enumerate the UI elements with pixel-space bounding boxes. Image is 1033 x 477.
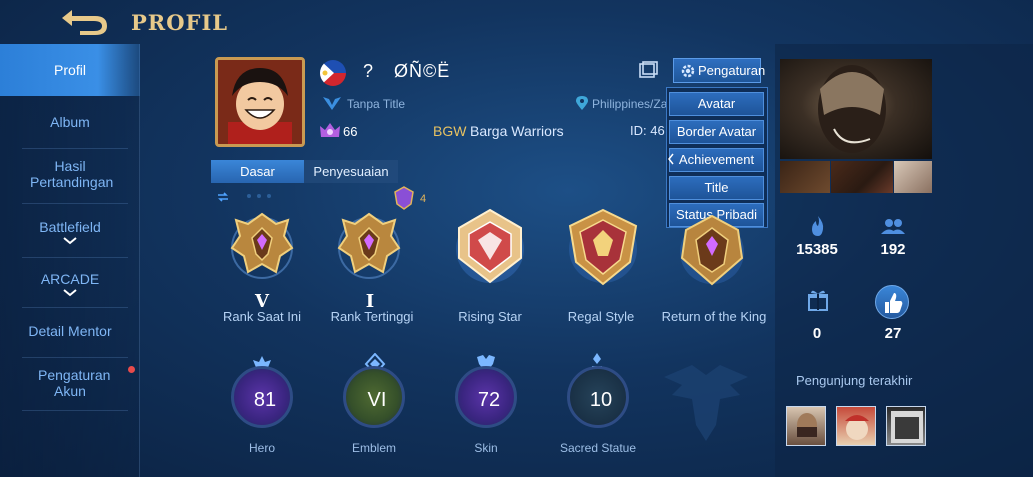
sidebar-item-detail-mentor[interactable]: Detail Mentor	[0, 323, 140, 339]
player-name: ? ØÑ©Ë	[363, 61, 450, 82]
name-text: ØÑ©Ë	[394, 61, 451, 81]
video-thumbnail[interactable]	[894, 161, 932, 193]
video-thumbnail[interactable]	[780, 161, 830, 193]
hero-count-circle[interactable]: 81	[231, 366, 293, 428]
skin-label: Skin	[474, 441, 498, 455]
followers-icon	[881, 219, 905, 234]
sidebar-divider	[22, 203, 128, 204]
sidebar-item-pengaturan-akun[interactable]: Pengaturan Akun	[0, 367, 140, 399]
sidebar-item-label: Battlefield	[39, 219, 101, 235]
emblem-label: Emblem	[351, 441, 396, 455]
name-prefix: ?	[363, 61, 375, 81]
regal-style-badge[interactable]	[560, 204, 646, 290]
sidebar	[0, 44, 140, 477]
gear-icon	[681, 64, 695, 78]
menu-item-avatar[interactable]: Avatar	[669, 92, 764, 116]
rising-star-badge[interactable]	[447, 204, 533, 290]
squad-name[interactable]: Barga Warriors	[470, 123, 564, 139]
level-crown-icon	[320, 123, 340, 137]
emblem-level-circle[interactable]: VI	[343, 366, 405, 428]
back-arrow-icon[interactable]	[58, 6, 112, 36]
sidebar-divider	[22, 357, 128, 358]
rank-badge-current[interactable]	[222, 206, 302, 286]
rank-label-highest: Rank Tertinggi	[330, 309, 414, 324]
album-icon[interactable]	[639, 61, 659, 79]
sacred-statue-count: 10	[589, 389, 613, 411]
sidebar-divider	[22, 307, 128, 308]
visitor-avatar[interactable]	[886, 406, 926, 446]
visitor-avatar[interactable]	[836, 406, 876, 446]
gifts-value: 0	[812, 325, 822, 342]
tab-dasar[interactable]: Dasar	[211, 160, 304, 183]
page-title: PROFIL	[131, 10, 229, 35]
page-dots-icon	[247, 194, 271, 198]
sidebar-item-album[interactable]: Album	[0, 114, 140, 130]
sidebar-item-label: Detail Mentor	[28, 323, 112, 339]
popularity-value: 15385	[796, 241, 838, 258]
gift-icon[interactable]	[806, 288, 830, 312]
sidebar-divider	[22, 148, 128, 149]
video-preview[interactable]	[780, 59, 932, 159]
sidebar-item-label: Profil	[54, 62, 86, 78]
popularity-flame-icon	[812, 216, 824, 236]
title-wings-icon	[323, 97, 341, 110]
player-id: ID: 46	[630, 123, 665, 138]
sacred-statue-circle[interactable]: 10	[567, 366, 629, 428]
location-pin-icon	[576, 96, 588, 110]
country-flag-icon	[320, 60, 346, 86]
settings-label: Pengaturan	[698, 63, 766, 78]
rank-label-current: Rank Saat Ini	[222, 309, 302, 324]
visitor-avatar[interactable]	[786, 406, 826, 446]
sidebar-item-label: Album	[50, 114, 90, 130]
tab-penyesuaian[interactable]: Penyesuaian	[304, 160, 398, 183]
skin-count-circle[interactable]: 72	[455, 366, 517, 428]
sidebar-item-battlefield[interactable]: Battlefield	[0, 219, 140, 245]
followers-value: 192	[880, 241, 906, 258]
locked-wings-emblem-icon	[664, 365, 748, 441]
skin-count: 72	[477, 389, 501, 411]
sidebar-item-label: Hasil Pertandingan	[30, 158, 114, 190]
swap-icon[interactable]	[216, 191, 230, 203]
sacred-statue-label: Sacred Statue	[559, 441, 637, 455]
sidebar-divider	[22, 257, 128, 258]
sidebar-item-label: Pengaturan Akun	[38, 367, 111, 399]
player-level: 66	[343, 124, 358, 139]
menu-item-achievement[interactable]: Achievement	[669, 148, 764, 172]
sidebar-item-hasil-pertandingan[interactable]: Hasil Pertandingan	[0, 158, 140, 190]
player-location: Philippines/Za	[592, 97, 668, 111]
player-title: Tanpa Title	[347, 97, 406, 111]
chevron-down-icon	[63, 237, 77, 245]
sidebar-item-profil[interactable]: Profil	[0, 44, 140, 96]
chevron-down-icon	[63, 289, 77, 297]
return-of-the-king-badge[interactable]	[672, 210, 752, 290]
recent-visitors-label: Pengunjung terakhir	[796, 373, 913, 388]
thumbs-up-icon	[885, 293, 903, 313]
chevron-left-icon	[668, 153, 674, 165]
likes-value: 27	[884, 325, 902, 342]
menu-item-title[interactable]: Title	[669, 176, 764, 200]
sidebar-divider	[22, 410, 128, 411]
rank-label-rising-star: Rising Star	[458, 309, 522, 324]
like-button[interactable]	[875, 285, 909, 319]
notification-dot-icon	[128, 366, 135, 373]
menu-item-border-avatar[interactable]: Border Avatar	[669, 120, 764, 144]
sidebar-item-label: ARCADE	[40, 271, 100, 287]
hero-label: Hero	[248, 441, 275, 455]
rank-badge-highest[interactable]	[329, 206, 409, 286]
top-bar: PROFIL	[0, 0, 1033, 44]
rank-label-return-of-the-king: Return of the King	[661, 309, 767, 324]
squad-tag: BGW	[433, 123, 467, 139]
hero-count: 81	[253, 389, 277, 411]
avatar[interactable]	[215, 57, 305, 147]
video-thumbnail[interactable]	[831, 161, 893, 193]
peak-rank-count: 4	[420, 193, 427, 205]
rank-label-regal-style: Regal Style	[567, 309, 635, 324]
emblem-level: VI	[367, 389, 387, 411]
settings-button[interactable]: Pengaturan	[673, 58, 765, 83]
sidebar-item-arcade[interactable]: ARCADE	[0, 271, 140, 297]
